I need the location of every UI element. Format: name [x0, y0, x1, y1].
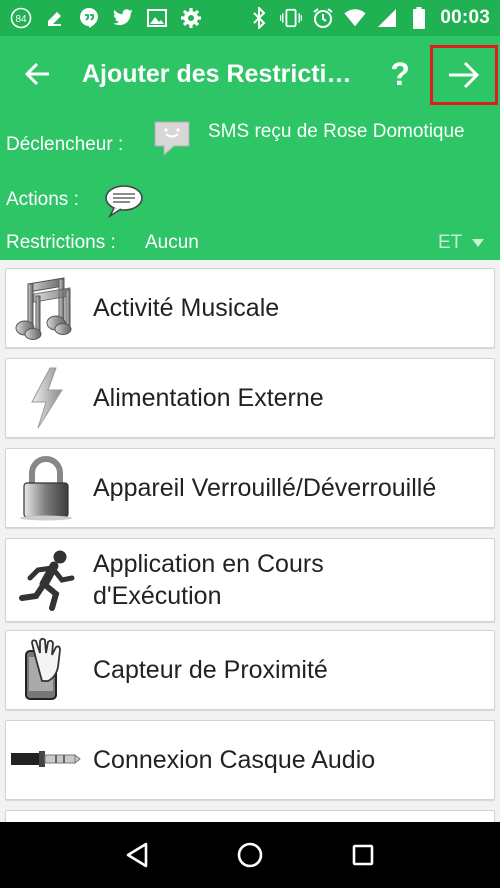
status-bar: 84 00:03: [0, 0, 500, 36]
macro-summary: Déclencheur : SMS reçu de Rose Domotique…: [0, 112, 500, 260]
list-item-label: Appareil Verrouillé/Déverrouillé: [93, 474, 437, 502]
list-item-alimentation-externe[interactable]: Alimentation Externe: [5, 358, 495, 438]
image-icon: [146, 7, 168, 29]
wifi-icon: [344, 7, 366, 29]
speech-bubble-icon[interactable]: [104, 184, 144, 224]
list-item-label: Connexion Casque Audio: [93, 746, 376, 774]
alarm-icon: [312, 7, 334, 29]
list-item-application-en-cours[interactable]: Application en Cours d'Exécution: [5, 538, 495, 622]
list-item-appareil-verrouille[interactable]: Appareil Verrouillé/Déverrouillé: [5, 448, 495, 528]
list-item-label: Alimentation Externe: [93, 384, 324, 412]
arrow-right-icon: [449, 61, 480, 89]
home-nav-icon[interactable]: [230, 835, 270, 875]
settings-icon: [180, 7, 202, 29]
help-button[interactable]: ?: [380, 50, 420, 98]
logic-operator-value: ET: [438, 232, 463, 253]
list-item-label: Application en Cours d'Exécution: [93, 550, 324, 610]
list-item-capteur-proximite[interactable]: Capteur de Proximité: [5, 630, 495, 710]
list-item-connexion-casque[interactable]: Connexion Casque Audio: [5, 720, 495, 800]
battery-icon: [408, 7, 430, 29]
signal-icon: [376, 7, 398, 29]
list-item-label: Activité Musicale: [93, 294, 280, 322]
notification-badge-text: 84: [15, 14, 27, 25]
clock-time: 00:03: [440, 7, 490, 28]
list-item-label: Capteur de Proximité: [93, 656, 328, 684]
audio-jack-icon: [6, 724, 86, 796]
hand-phone-icon: [6, 634, 86, 706]
back-button[interactable]: [16, 52, 60, 96]
sms-icon: [152, 118, 192, 164]
running-man-icon: [6, 544, 86, 616]
dropdown-arrow-icon: [472, 239, 485, 247]
trigger-label: Déclencheur :: [6, 134, 124, 155]
edit-icon: [44, 7, 66, 29]
page-title: Ajouter des Restricti…: [82, 59, 352, 88]
arrow-left-icon: [24, 62, 49, 86]
navigation-bar: [0, 822, 500, 888]
restrictions-label: Restrictions :: [6, 232, 116, 253]
notification-84-icon: 84: [10, 7, 32, 29]
trigger-text[interactable]: SMS reçu de Rose Domotique: [208, 119, 468, 145]
music-notes-icon: [6, 272, 86, 344]
padlock-icon: [6, 452, 86, 524]
list-item-activite-musicale[interactable]: Activité Musicale: [5, 268, 495, 348]
twitter-icon: [112, 7, 134, 29]
restrictions-value: Aucun: [145, 232, 199, 253]
logic-operator-select[interactable]: ET: [438, 232, 485, 254]
next-button[interactable]: [430, 45, 498, 105]
back-nav-icon[interactable]: [117, 835, 157, 875]
actions-label: Actions :: [6, 189, 79, 210]
vibrate-icon: [280, 7, 303, 29]
recents-nav-icon[interactable]: [343, 835, 383, 875]
app-bar: Ajouter des Restricti… ?: [0, 36, 500, 112]
hangouts-icon: [78, 7, 100, 29]
lightning-icon: [6, 362, 86, 434]
bluetooth-icon: [248, 7, 270, 29]
